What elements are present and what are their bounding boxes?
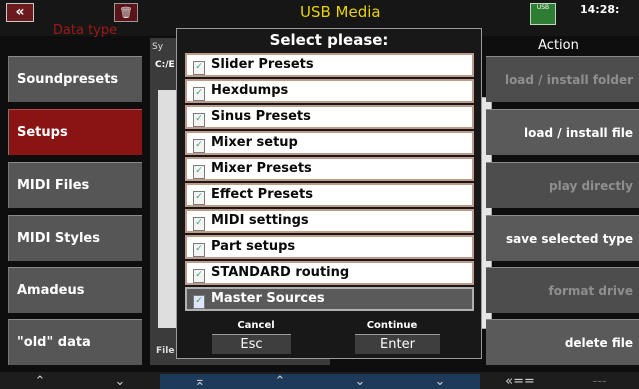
category-midi-files[interactable]: MIDI Files bbox=[8, 162, 142, 208]
clock: 14:28: bbox=[580, 3, 620, 16]
checkbox-icon: ✓ bbox=[193, 87, 205, 101]
delete-file-button[interactable]: delete file bbox=[486, 319, 639, 365]
checkbox-icon: ✓ bbox=[193, 295, 205, 309]
checkbox-icon: ✓ bbox=[193, 243, 205, 257]
dash-icon: --- bbox=[592, 374, 607, 389]
option-mixer-setup[interactable]: ✓ Mixer setup bbox=[185, 131, 474, 155]
checkbox-icon: ✓ bbox=[193, 165, 205, 179]
category-old-data[interactable]: "old" data bbox=[8, 319, 142, 365]
option-sinus-presets[interactable]: ✓ Sinus Presets bbox=[185, 105, 474, 129]
checkbox-icon: ✓ bbox=[193, 217, 205, 231]
checkbox-icon: ✓ bbox=[193, 61, 205, 75]
data-type-header: Data type bbox=[52, 23, 118, 38]
checkbox-icon: ✓ bbox=[193, 113, 205, 127]
dialog-title: Select please: bbox=[269, 31, 389, 49]
usb-status-icon: USB bbox=[530, 3, 556, 25]
expand-icon[interactable]: ⌄ bbox=[400, 374, 480, 389]
play-directly-button[interactable]: play directly bbox=[486, 162, 639, 208]
format-drive-button[interactable]: format drive bbox=[486, 267, 639, 313]
checkbox-icon: ✓ bbox=[193, 139, 205, 153]
option-mixer-presets[interactable]: ✓ Mixer Presets bbox=[185, 157, 474, 181]
app-title: USB Media bbox=[300, 3, 381, 21]
checkbox-icon: ✓ bbox=[193, 191, 205, 205]
page-up-icon[interactable]: ⌃ bbox=[0, 374, 80, 389]
option-part-setups[interactable]: ✓ Part setups bbox=[185, 235, 474, 259]
option-midi-settings[interactable]: ✓ MIDI settings bbox=[185, 209, 474, 233]
trash-icon[interactable]: 🗑 bbox=[114, 3, 138, 22]
option-standard-routing[interactable]: ✓ STANDARD routing bbox=[185, 261, 474, 285]
top-icon[interactable]: ⌅ bbox=[160, 374, 240, 389]
category-soundpresets[interactable]: Soundpresets bbox=[8, 56, 142, 102]
action-header: Action bbox=[538, 38, 579, 53]
up-icon[interactable]: ⌃ bbox=[240, 374, 320, 389]
continue-button[interactable]: Enter bbox=[355, 334, 440, 354]
down-icon[interactable]: ⌄ bbox=[320, 374, 400, 389]
category-setups[interactable]: Setups bbox=[8, 109, 142, 155]
page-down-icon[interactable]: ⌄ bbox=[80, 374, 160, 389]
checkbox-icon: ✓ bbox=[193, 269, 205, 283]
category-amadeus-sounds[interactable]: Amadeus Sounds bbox=[8, 267, 142, 344]
back-arrow-icon[interactable]: «== bbox=[480, 374, 560, 389]
continue-label: Continue bbox=[366, 320, 418, 331]
option-master-sources[interactable]: ✓ Master Sources bbox=[185, 287, 474, 311]
cancel-button[interactable]: Esc bbox=[212, 334, 291, 354]
option-slider-presets[interactable]: ✓ Slider Presets bbox=[185, 53, 474, 77]
save-selected-type-button[interactable]: save selected type bbox=[486, 215, 639, 261]
cancel-label: Cancel bbox=[237, 320, 275, 331]
option-effect-presets[interactable]: ✓ Effect Presets bbox=[185, 183, 474, 207]
load-install-file-button[interactable]: load / install file bbox=[486, 109, 639, 155]
option-hexdumps[interactable]: ✓ Hexdumps bbox=[185, 79, 474, 103]
category-midi-styles[interactable]: MIDI Styles bbox=[8, 215, 142, 261]
back-button[interactable]: « bbox=[6, 3, 34, 22]
load-install-folder-button[interactable]: load / install folder bbox=[486, 56, 639, 102]
